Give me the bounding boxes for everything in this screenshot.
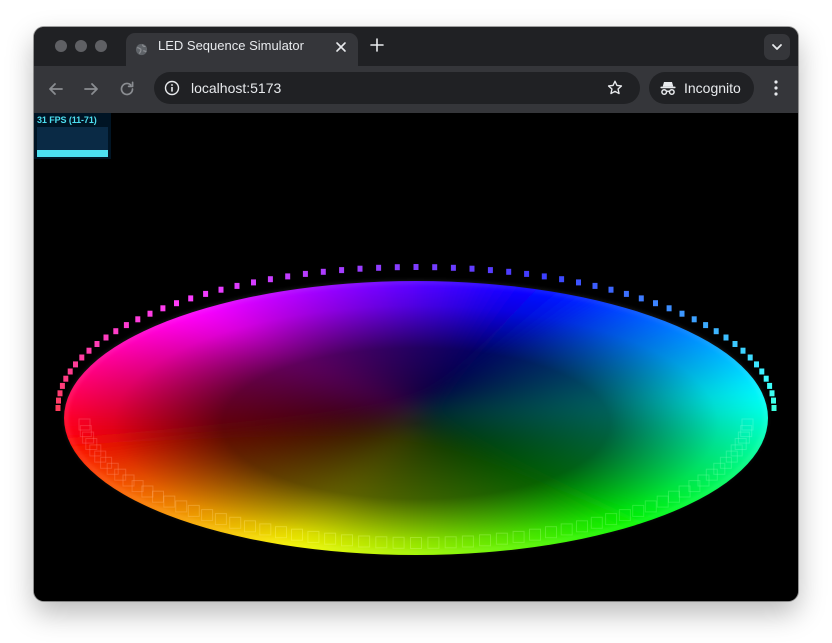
led-pixel — [541, 273, 547, 280]
led-pixel — [432, 264, 438, 271]
led-glow-layer — [64, 281, 768, 555]
led-pixel — [763, 375, 769, 382]
led-pixel — [592, 282, 598, 289]
led-pixel — [723, 334, 729, 341]
led-pixel — [79, 354, 85, 361]
fps-graph — [37, 127, 108, 157]
browser-toolbar: localhost:5173 Incognito — [34, 66, 798, 113]
led-pixel — [771, 405, 777, 411]
led-pixel — [713, 328, 719, 335]
url-text[interactable]: localhost:5173 — [191, 72, 281, 104]
back-button[interactable] — [47, 80, 65, 98]
led-pixel — [357, 265, 363, 272]
fps-graph-bar — [37, 150, 108, 157]
led-pixel — [394, 264, 400, 271]
led-pixel — [59, 382, 65, 389]
forward-button[interactable] — [82, 80, 100, 98]
led-pixel — [73, 361, 78, 368]
led-pixel — [147, 310, 153, 317]
browser-window: LED Sequence Simulator localhost:5173 In… — [34, 27, 798, 601]
led-pixel — [623, 290, 629, 297]
new-tab-button[interactable] — [370, 38, 384, 52]
led-pixel — [267, 276, 273, 283]
fps-meter: 31 FPS (11-71) — [34, 113, 111, 159]
led-pixel — [576, 279, 581, 286]
led-pixel — [732, 341, 738, 347]
led-glow-disc — [64, 281, 768, 555]
led-pixel — [413, 264, 419, 270]
led-pixel — [469, 265, 475, 272]
led-pixel — [63, 375, 69, 382]
led-pixel — [67, 368, 73, 375]
led-pixel — [638, 295, 644, 302]
led-pixel — [691, 316, 697, 323]
led-pixel — [754, 361, 759, 368]
led-pixel — [771, 397, 776, 404]
close-icon[interactable] — [334, 40, 348, 54]
chevron-down-icon — [772, 44, 782, 50]
tab-led-sequence-simulator[interactable]: LED Sequence Simulator — [126, 33, 358, 66]
address-bar[interactable]: localhost:5173 — [154, 72, 640, 104]
led-pixel — [703, 322, 709, 329]
led-pixel — [506, 268, 512, 275]
led-pixel — [135, 316, 141, 323]
led-pixel — [376, 264, 382, 271]
led-pixel — [559, 276, 565, 283]
incognito-profile-button[interactable]: Incognito — [649, 72, 754, 104]
led-pixel — [767, 382, 773, 389]
led-pixel — [174, 300, 179, 307]
led-pixel — [103, 334, 109, 341]
led-pixel — [740, 347, 746, 354]
led-pixel — [679, 310, 685, 317]
info-icon[interactable] — [164, 80, 180, 96]
globe-icon — [135, 43, 148, 56]
led-pixel — [56, 397, 61, 404]
led-pixel — [94, 341, 100, 347]
led-pixel — [450, 264, 456, 271]
led-pixel — [759, 368, 765, 375]
led-pixel — [251, 279, 256, 286]
led-pixel — [320, 268, 326, 275]
led-pixel — [487, 267, 493, 274]
led-ring-scene[interactable] — [34, 113, 798, 601]
led-pixel — [57, 390, 63, 397]
led-pixel — [302, 270, 308, 277]
led-pixel — [747, 354, 753, 361]
led-pixel — [285, 273, 291, 280]
led-pixel — [234, 282, 240, 289]
led-pixel — [608, 286, 614, 293]
reload-button[interactable] — [118, 80, 136, 98]
page-viewport: 31 FPS (11-71) — [34, 113, 798, 601]
led-pixel — [653, 300, 658, 307]
more-menu-icon[interactable] — [767, 78, 785, 98]
led-pixel — [86, 347, 92, 354]
led-pixel — [769, 390, 775, 397]
led-pixel — [55, 405, 61, 411]
led-pixel — [188, 295, 194, 302]
tab-search-button[interactable] — [764, 34, 790, 60]
bookmark-star-icon[interactable] — [606, 79, 624, 97]
tab-title: LED Sequence Simulator — [158, 38, 304, 53]
led-pixel — [339, 267, 345, 274]
led-pixel — [524, 270, 530, 277]
led-pixel — [218, 286, 224, 293]
fps-readout: 31 FPS (11-71) — [37, 115, 97, 125]
led-pixel — [113, 328, 119, 335]
led-pixel — [203, 290, 209, 297]
led-pixel — [666, 305, 672, 312]
incognito-label: Incognito — [684, 80, 741, 96]
tab-strip: LED Sequence Simulator — [34, 27, 798, 66]
incognito-icon — [660, 82, 676, 96]
led-pixel — [123, 322, 129, 329]
maximize-window-button[interactable] — [95, 40, 107, 52]
minimize-window-button[interactable] — [75, 40, 87, 52]
close-window-button[interactable] — [55, 40, 67, 52]
led-pixel — [160, 305, 166, 312]
